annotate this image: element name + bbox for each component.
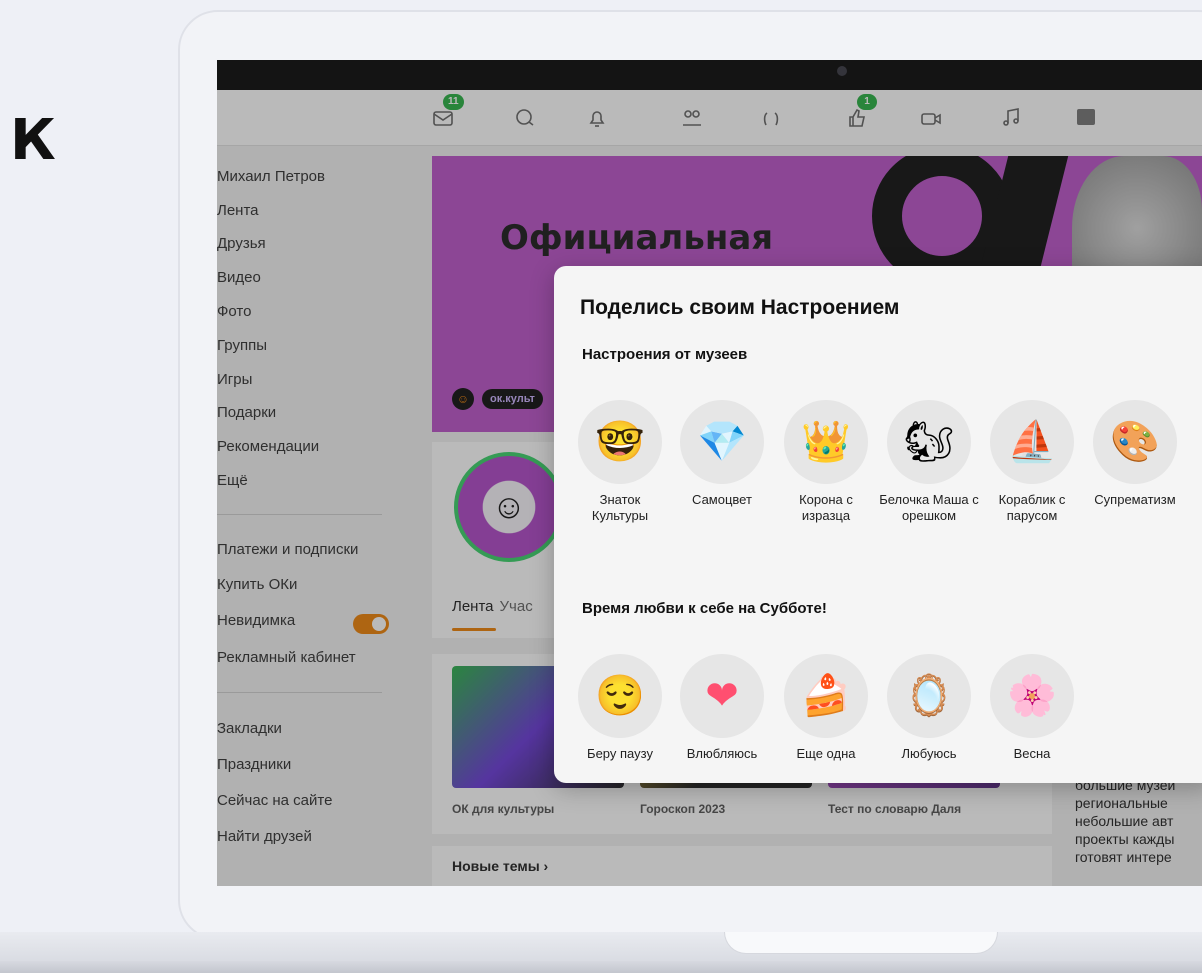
invisible-toggle[interactable]: [353, 614, 389, 634]
section-title-museums: Настроения от музеев: [582, 346, 748, 363]
group-tabs: Лента Учас: [452, 598, 533, 615]
section-title-love: Время любви к себе на Субботе!: [582, 600, 827, 617]
fullscreen-icon[interactable]: [1077, 109, 1095, 125]
music-icon[interactable]: [997, 104, 1025, 132]
mood-item[interactable]: 🤓 Знаток Культуры: [570, 400, 670, 524]
banner-tag-row: ☺ ок.культ: [452, 388, 543, 410]
sidebar-item-gifts[interactable]: Подарки: [217, 404, 276, 426]
active-tab-indicator: [452, 628, 496, 631]
mood-item[interactable]: 👑 Корона с изразца: [776, 400, 876, 524]
tab-feed[interactable]: Лента: [452, 598, 494, 615]
group-avatar[interactable]: ☺: [454, 452, 564, 562]
feed-caption[interactable]: Тест по словарю Даля: [828, 802, 961, 816]
sidebar-item-feed[interactable]: Лента: [217, 202, 259, 224]
laptop-notch: [724, 932, 998, 954]
feed-caption[interactable]: Гороскоп 2023: [640, 802, 725, 816]
sidebar-divider: [217, 514, 382, 515]
mirror-icon: 🪞: [887, 654, 971, 738]
sidebar-item-more[interactable]: Ещё: [217, 472, 248, 494]
banner-tag[interactable]: ок.культ: [482, 389, 543, 409]
flower-icon: 🌸: [990, 654, 1074, 738]
sidebar-item-payments[interactable]: Платежи и подписки: [217, 541, 358, 563]
sidebar-item-online-now[interactable]: Сейчас на сайте: [217, 792, 332, 814]
bell-icon[interactable]: [583, 104, 611, 132]
sidebar-user-name[interactable]: Михаил Петров: [217, 168, 325, 190]
thumbs-up-icon[interactable]: 1: [843, 94, 877, 132]
feed-caption[interactable]: ОК для культуры: [452, 802, 554, 816]
sidebar-divider: [217, 692, 382, 693]
top-navigation-bar: 11 1: [217, 90, 1202, 146]
mood-item[interactable]: 🌸 Весна: [982, 654, 1082, 762]
chat-icon[interactable]: [511, 104, 539, 132]
heart-icon: ❤: [680, 654, 764, 738]
mood-item[interactable]: 🎨 Супрематизм: [1085, 400, 1185, 508]
sidebar-item-games[interactable]: Игры: [217, 371, 252, 393]
left-sidebar: Михаил Петров Лента Друзья Видео Фото Гр…: [217, 146, 417, 886]
sidebar-item-holidays[interactable]: Праздники: [217, 756, 291, 778]
modal-title: Поделись своим Настроением: [580, 296, 900, 319]
cake-icon: 🍰: [784, 654, 868, 738]
camera-icon: [837, 66, 847, 76]
new-topics-link[interactable]: Новые темы ›: [452, 858, 548, 874]
likes-badge: 1: [857, 94, 877, 110]
mood-item[interactable]: 😌 Беру паузу: [570, 654, 670, 762]
messages-badge: 11: [443, 94, 464, 110]
ok-logo-icon: ☺: [452, 388, 474, 410]
mail-icon[interactable]: 11: [429, 94, 464, 132]
nerd-face-icon: 🤓: [578, 400, 662, 484]
gem-icon: 💎: [680, 400, 764, 484]
sidebar-item-bookmarks[interactable]: Закладки: [217, 720, 282, 742]
sidebar-item-ad-cabinet[interactable]: Рекламный кабинет: [217, 649, 356, 671]
screen-bezel: [217, 60, 1202, 90]
friends-icon[interactable]: [678, 104, 706, 132]
video-icon[interactable]: [917, 104, 945, 132]
mood-item[interactable]: 🍰 Еще одна: [776, 654, 876, 762]
side-letter: К: [10, 108, 56, 173]
laptop-screen: 11 1 Михаил Петров Лента Друзья Видео Фо…: [217, 60, 1202, 886]
sailboat-icon: ⛵: [990, 400, 1074, 484]
sidebar-item-recommendations[interactable]: Рекомендации: [217, 438, 319, 460]
mood-modal: Поделись своим Настроением Настроения от…: [554, 266, 1202, 783]
banner-title: Официальная: [500, 218, 774, 258]
tab-members[interactable]: Учас: [500, 598, 533, 615]
side-description: большие музеи региональные небольшие авт…: [1075, 777, 1176, 865]
mood-item[interactable]: ❤ Влюбляюсь: [672, 654, 772, 762]
sidebar-item-video[interactable]: Видео: [217, 269, 261, 291]
mood-item[interactable]: 💎 Самоцвет: [672, 400, 772, 508]
squirrel-icon: 🐿: [887, 400, 971, 484]
sidebar-item-buy-oki[interactable]: Купить ОКи: [217, 576, 297, 598]
sidebar-item-photo[interactable]: Фото: [217, 303, 251, 325]
pillow-icon: 😌: [578, 654, 662, 738]
mood-item[interactable]: 🐿 Белочка Маша с орешком: [879, 400, 979, 524]
mood-item[interactable]: 🪞 Любуюсь: [879, 654, 979, 762]
sidebar-item-groups[interactable]: Группы: [217, 337, 267, 359]
sidebar-item-invisible[interactable]: Невидимка: [217, 612, 295, 634]
crown-icon: 👑: [784, 400, 868, 484]
guests-icon[interactable]: [757, 104, 785, 132]
mood-item[interactable]: ⛵ Кораблик с парусом: [982, 400, 1082, 524]
sidebar-item-find-friends[interactable]: Найти друзей: [217, 828, 312, 850]
suprematism-icon: 🎨: [1093, 400, 1177, 484]
laptop-base: [0, 932, 1202, 973]
sidebar-item-friends[interactable]: Друзья: [217, 235, 266, 257]
new-topics-card: Новые темы ›: [432, 846, 1052, 886]
